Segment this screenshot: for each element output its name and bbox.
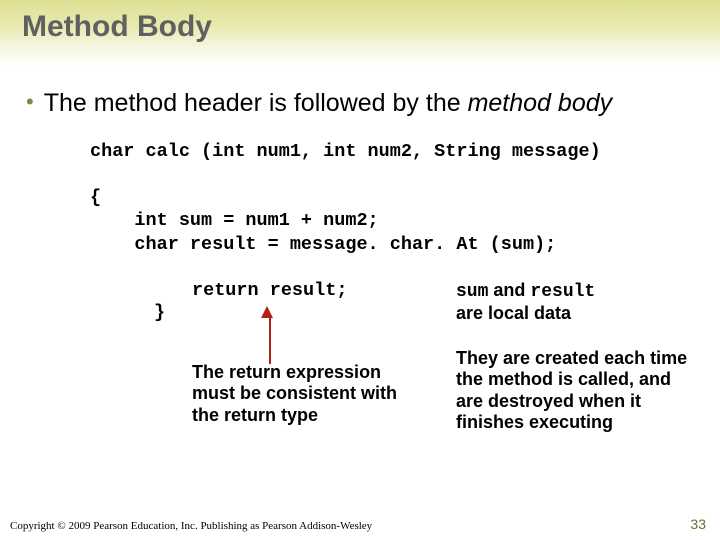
code-line-2: char result = message. char. At (sum); — [90, 234, 556, 255]
note-return-type: The return expression must be consistent… — [192, 362, 422, 427]
note-lifecycle: They are created each time the method is… — [456, 348, 696, 434]
code-return: return result; — [192, 280, 347, 301]
arrow-icon — [266, 306, 273, 364]
page-number: 33 — [690, 516, 706, 532]
bullet-item: • The method header is followed by the m… — [26, 88, 694, 118]
note-result: result — [530, 282, 595, 302]
bullet-part1: The method header is followed by the — [44, 89, 468, 117]
content-area: • The method header is followed by the m… — [0, 66, 720, 256]
note-local-data: sum and result are local data — [456, 280, 686, 325]
bullet-italic: method body — [468, 89, 613, 117]
copyright-footer: Copyright © 2009 Pearson Education, Inc.… — [10, 520, 372, 532]
code-line-1: int sum = num1 + num2; — [90, 210, 379, 231]
code-close-brace: } — [154, 302, 165, 323]
note-sum: sum — [456, 282, 488, 302]
slide-title: Method Body — [22, 10, 720, 44]
bullet-dot-icon: • — [26, 88, 34, 116]
note-and: and — [488, 280, 530, 300]
note-localdata-rest: are local data — [456, 303, 571, 323]
code-block: char calc (int num1, int num2, String me… — [90, 140, 694, 256]
code-signature: char calc (int num1, int num2, String me… — [90, 141, 601, 162]
code-open-brace: { — [90, 187, 101, 208]
header-band: Method Body — [0, 0, 720, 66]
bullet-text: The method header is followed by the met… — [44, 88, 612, 118]
